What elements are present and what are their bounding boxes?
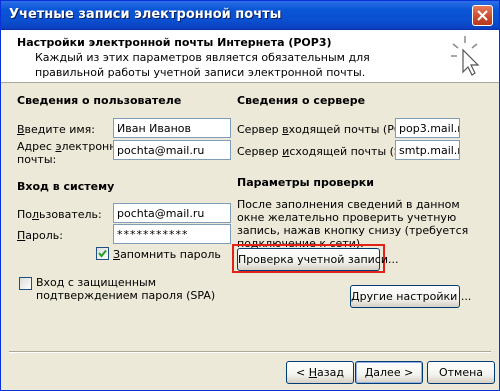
name-label: Введите имя: — [17, 123, 95, 136]
remember-password-checkbox[interactable] — [96, 247, 109, 260]
test-description: После заполнения сведений в данном окне … — [237, 198, 469, 250]
spa-label[interactable]: Вход с защищенным — [36, 276, 156, 289]
window-title: Учетные записи электронной почты — [9, 7, 282, 22]
user-info-title: Сведения о пользователе — [17, 94, 182, 107]
user-label: Пользователь: — [17, 208, 102, 221]
email-accounts-dialog: Учетные записи электронной почты Настрой… — [0, 0, 500, 391]
checkmark-icon — [98, 249, 107, 258]
name-field[interactable]: Иван Иванов — [113, 118, 231, 138]
test-settings-title: Параметры проверки — [237, 176, 374, 189]
incoming-server-field[interactable]: pop3.mail.ru — [395, 118, 460, 138]
back-button[interactable]: < Назад — [286, 361, 354, 384]
test-account-button[interactable]: Проверка учетной записи... — [237, 248, 398, 271]
cancel-button[interactable]: Отмена — [427, 361, 495, 384]
spa-checkbox[interactable] — [19, 277, 32, 290]
footer-divider — [9, 351, 491, 353]
password-label: Пароль: — [17, 229, 63, 242]
email-label-line2: почты: — [17, 153, 57, 166]
server-info-title: Сведения о сервере — [237, 94, 366, 107]
more-settings-button[interactable]: Другие настройки ... — [350, 285, 471, 308]
close-button[interactable] — [472, 5, 493, 26]
header-title: Настройки электронной почты Интернета (P… — [17, 36, 332, 49]
logon-title: Вход в систему — [17, 180, 115, 193]
close-icon — [477, 10, 488, 21]
outgoing-server-field[interactable]: smtp.mail.ru — [395, 140, 460, 160]
spa-label-line2[interactable]: подтверждением пароля (SPA) — [36, 289, 215, 302]
header-description: Каждый из этих параметров является обяза… — [35, 51, 370, 79]
email-field[interactable]: pochta@mail.ru — [113, 140, 231, 160]
remember-password-label[interactable]: Запомнить пароль — [113, 248, 221, 261]
password-field[interactable]: *********** — [113, 224, 231, 244]
wizard-header: Настройки электронной почты Интернета (P… — [1, 30, 499, 83]
next-button[interactable]: Далее > — [355, 361, 423, 384]
cursor-click-icon — [451, 36, 480, 76]
user-field[interactable]: pochta@mail.ru — [113, 203, 231, 223]
title-bar[interactable]: Учетные записи электронной почты — [1, 1, 499, 30]
